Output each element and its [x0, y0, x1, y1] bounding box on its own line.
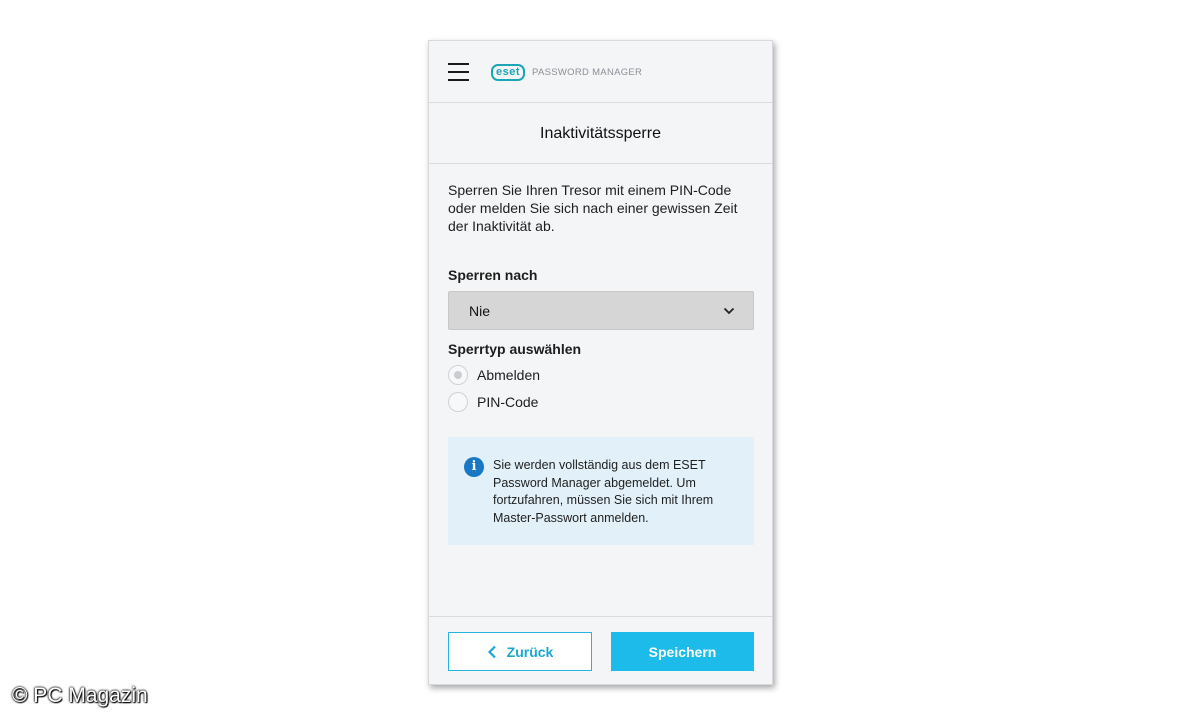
lock-after-label: Sperren nach: [448, 267, 538, 283]
hamburger-menu-icon[interactable]: [448, 63, 469, 81]
save-button-label: Speichern: [648, 643, 717, 660]
info-icon: i: [464, 457, 484, 477]
lock-after-select[interactable]: Nie: [448, 291, 754, 330]
radio-option-pin[interactable]: PIN-Code: [448, 392, 538, 412]
app-window: eset PASSWORD MANAGER Inaktivitätssperre…: [428, 40, 773, 685]
back-button-label: Zurück: [506, 643, 554, 660]
radio-label-pin: PIN-Code: [477, 394, 539, 410]
radio-button-pin[interactable]: [448, 392, 468, 412]
radio-label-logout: Abmelden: [477, 367, 541, 383]
save-button[interactable]: Speichern: [611, 632, 754, 671]
lock-after-value: Nie: [469, 302, 491, 319]
info-box: i Sie werden vollständig aus dem ESET Pa…: [448, 437, 754, 545]
description-block: Sperren Sie Ihren Tresor mit einem PIN-C…: [448, 181, 754, 235]
page-description: Sperren Sie Ihren Tresor mit einem PIN-C…: [448, 182, 738, 234]
radio-button-logout[interactable]: [448, 365, 468, 385]
info-text: Sie werden vollständig aus dem ESET Pass…: [493, 458, 714, 525]
watermark: © PC Magazin: [12, 684, 148, 707]
top-bar: eset PASSWORD MANAGER: [429, 41, 772, 103]
footer-bar: Zurück Speichern: [429, 616, 772, 684]
logo-badge: eset: [491, 64, 526, 81]
page-title: Inaktivitätssperre: [540, 124, 661, 142]
title-bar: Inaktivitätssperre: [429, 104, 772, 164]
eset-logo: eset PASSWORD MANAGER: [491, 64, 642, 81]
lock-type-label: Sperrtyp auswählen: [448, 341, 582, 357]
back-button[interactable]: Zurück: [448, 632, 592, 671]
chevron-left-icon: [487, 645, 496, 658]
radio-option-logout[interactable]: Abmelden: [448, 365, 540, 385]
logo-text: PASSWORD MANAGER: [532, 67, 643, 78]
chevron-down-icon: [723, 307, 735, 315]
